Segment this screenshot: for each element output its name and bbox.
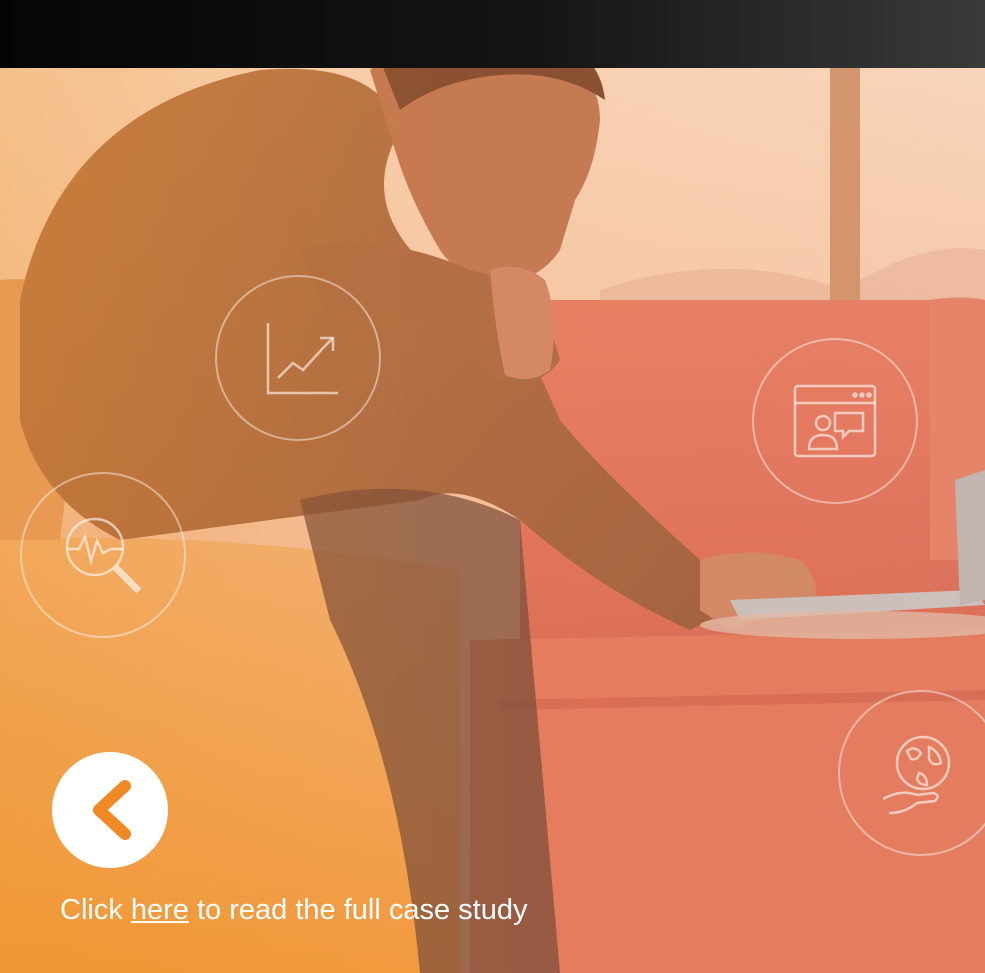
cta-prefix: Click <box>60 894 131 926</box>
growth-chart-icon <box>215 275 381 441</box>
top-bar <box>0 0 985 68</box>
cta-suffix: to read the full case study <box>188 894 528 926</box>
video-chat-icon <box>752 338 918 504</box>
chevron-left-icon <box>93 780 131 840</box>
case-study-link[interactable]: here <box>131 894 189 926</box>
back-button[interactable] <box>52 752 168 868</box>
case-study-cta: Click here to read the full case study <box>60 894 527 927</box>
case-study-hero: Click here to read the full case study <box>0 0 985 973</box>
health-search-icon <box>20 472 186 638</box>
